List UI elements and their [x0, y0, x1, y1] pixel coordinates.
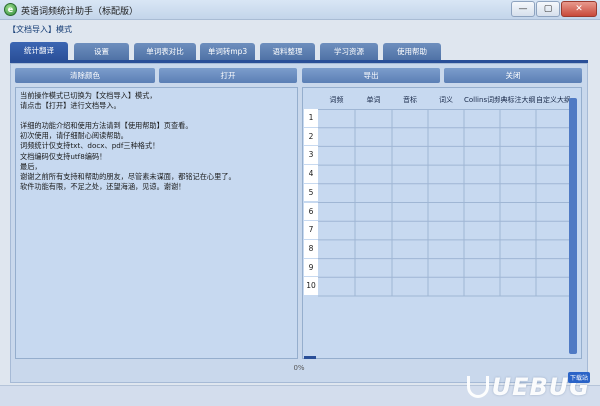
- column-header[interactable]: 自定义大纲: [536, 91, 570, 109]
- row-number[interactable]: 1: [304, 109, 318, 128]
- info-line: 请点击【打开】进行文档导入。: [20, 101, 121, 111]
- info-line: 软件功能有限，不足之处，还望海涵，见谅。谢谢！: [20, 181, 186, 191]
- column-header[interactable]: Collins词频: [464, 91, 500, 109]
- tab-word-to-mp3[interactable]: 单词转mp3: [200, 43, 255, 60]
- row-number[interactable]: 10: [304, 277, 318, 296]
- open-button[interactable]: 打开: [159, 68, 297, 83]
- tab-corpus[interactable]: 语料整理: [260, 43, 315, 60]
- window-title: 英语词频统计助手（标配版）: [21, 7, 139, 17]
- info-line: 词频统计仅支持txt、docx、pdf三种格式！: [20, 141, 160, 151]
- tab-learning-resources[interactable]: 学习资源: [320, 43, 378, 60]
- row-number[interactable]: 8: [304, 239, 318, 259]
- window-controls: — ▢ ✕: [511, 1, 597, 17]
- info-line: 详细的功能介绍和使用方法请到【使用帮助】页查看。: [20, 121, 193, 131]
- tab-settings[interactable]: 设置: [74, 43, 129, 60]
- info-line: 当前操作模式已切换为【文档导入】模式，: [20, 91, 157, 100]
- close-window-button[interactable]: ✕: [561, 1, 597, 17]
- column-header[interactable]: 词频: [318, 91, 355, 109]
- column-header[interactable]: 典标注大纲: [500, 91, 536, 109]
- restore-button[interactable]: ▢: [536, 1, 560, 17]
- export-button[interactable]: 导出: [302, 68, 440, 83]
- info-line: 谢谢之前所有支持和帮助的朋友，尽管素未谋面，都铭记在心里了。: [20, 171, 236, 181]
- title-bar: e 英语词频统计助手（标配版） — ▢ ✕: [0, 0, 600, 20]
- tab-help[interactable]: 使用帮助: [383, 43, 441, 60]
- tab-bar: 统计翻译 设置 单词表对比 单词转mp3 语料整理 学习资源 使用帮助: [10, 42, 588, 61]
- row-number[interactable]: 2: [304, 127, 318, 147]
- row-number[interactable]: 6: [304, 202, 318, 222]
- column-header[interactable]: 音标: [392, 91, 428, 109]
- info-textarea[interactable]: 当前操作模式已切换为【文档导入】模式， 请点击【打开】进行文档导入。 详细的功能…: [15, 87, 298, 359]
- watermark-u-icon: [466, 376, 489, 398]
- column-header[interactable]: 词义: [428, 91, 464, 109]
- tab-wordlist-compare[interactable]: 单词表对比: [134, 43, 196, 60]
- tab-stat-translate[interactable]: 统计翻译: [10, 42, 68, 61]
- minimize-button[interactable]: —: [511, 1, 535, 17]
- row-number[interactable]: 4: [304, 165, 318, 184]
- watermark-badge: 下载站: [567, 372, 590, 383]
- table-horizontal-scroll-thumb[interactable]: [304, 356, 316, 359]
- row-number[interactable]: 5: [304, 183, 318, 203]
- clear-color-button[interactable]: 清除颜色: [15, 68, 155, 83]
- row-number[interactable]: 9: [304, 258, 318, 278]
- info-line: 最后，: [20, 161, 42, 171]
- table-gridlines: [318, 109, 570, 297]
- info-line: [20, 111, 293, 121]
- column-header[interactable]: 单词: [355, 91, 392, 109]
- info-line: 初次使用，请仔细耐心阅读帮助。: [20, 131, 128, 141]
- progress-label: 0%: [293, 364, 305, 372]
- mode-label: 【文档导入】模式: [8, 25, 72, 34]
- table-vertical-scrollbar[interactable]: [569, 98, 577, 354]
- app-icon: e: [4, 3, 17, 16]
- info-line: 文档编码仅支持utf8编码！: [20, 151, 107, 161]
- watermark-logo: UEBUG 下载站: [466, 372, 590, 402]
- word-table[interactable]: 词频 单词 音标 词义 Collins词频 典标注大纲 自定义大纲 1 2 3 …: [302, 87, 582, 359]
- row-number[interactable]: 3: [304, 146, 318, 166]
- row-number[interactable]: 7: [304, 221, 318, 240]
- close-button[interactable]: 关闭: [444, 68, 582, 83]
